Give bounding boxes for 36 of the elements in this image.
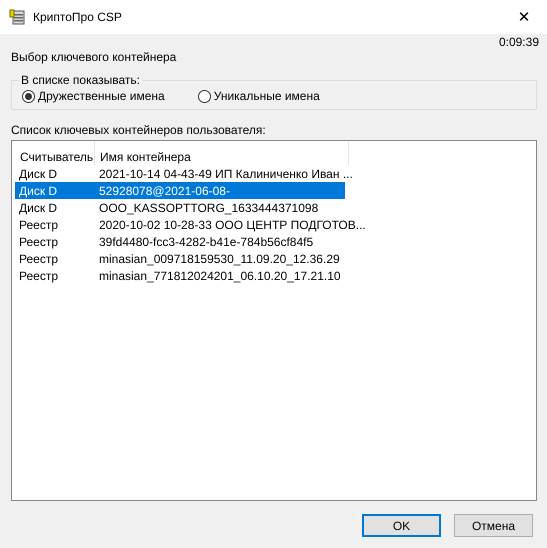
radio-label[interactable]: Уникальные имена <box>214 89 320 103</box>
list-label: Список ключевых контейнеров пользователя: <box>11 123 267 137</box>
column-header[interactable]: Считыватель <box>15 141 95 165</box>
list-row[interactable]: Диск D OOO_KASSOPTTORG_1633444371098 <box>15 199 345 216</box>
list-row[interactable]: Реестр minasian_009718159530_11.09.20_12.36.29 <box>15 250 345 267</box>
heading: Выбор ключевого контейнера <box>11 50 178 64</box>
list-row[interactable]: Реестр 39fd4480-fcc3-4282-b41e-784b56cf84f5 <box>15 233 345 250</box>
list-row[interactable]: Реестр minasian_771812024201_06.10.20_17.21.10 <box>15 267 345 284</box>
name-cell-text: 2020-10-02 10-28-33 ООО ЦЕНТР ПОДГОТОВ... <box>98 218 367 232</box>
window-title: КриптоПро CSP <box>33 10 123 24</box>
list-row[interactable]: Реестр 2020-10-02 10-28-33 ООО ЦЕНТР ПОДГОТОВ... <box>15 216 370 233</box>
radio-label[interactable]: Дружественные имена <box>38 89 165 103</box>
radio-off[interactable] <box>198 90 211 102</box>
reader-cell-text: Реестр <box>18 268 59 282</box>
list-row[interactable]: Диск D 52928078@2021-06-08- <box>15 182 345 199</box>
reader-cell-text: Реестр <box>18 252 59 266</box>
name-cell-text: 2021-10-14 04-43-49 ИП Калиниченко Иван ... <box>98 166 354 180</box>
reader-cell-text: Реестр <box>18 218 59 232</box>
name-cell-text: 52928078@2021-06-08- <box>98 184 231 198</box>
reader-cell-text: Реестр <box>18 234 59 248</box>
app-icon <box>9 9 25 25</box>
list-row[interactable]: Диск D 2021-10-14 04-43-49 ИП Калиниченко Иван ... <box>15 165 357 182</box>
name-cell-text: OOO_KASSOPTTORG_1633444371098 <box>98 200 320 214</box>
reader-cell-text: Диск D <box>18 184 58 198</box>
name-cell-text: minasian_771812024201_06.10.20_17.21.10 <box>98 268 342 282</box>
ok-button[interactable]: OK <box>362 514 441 537</box>
radio-on[interactable] <box>22 90 35 102</box>
column-header[interactable]: Имя контейнера <box>95 141 349 165</box>
group-label: В списке показывать: <box>20 73 142 87</box>
reader-cell-text: Диск D <box>18 166 58 180</box>
cancel-button[interactable]: Отмена <box>454 514 533 537</box>
close-button[interactable]: ✕ <box>509 2 539 32</box>
name-cell-text: 39fd4480-fcc3-4282-b41e-784b56cf84f5 <box>98 234 314 248</box>
name-cell-text: minasian_009718159530_11.09.20_12.36.29 <box>98 252 341 266</box>
timer: 0:09:39 <box>498 35 539 49</box>
reader-cell-text: Диск D <box>18 200 58 214</box>
